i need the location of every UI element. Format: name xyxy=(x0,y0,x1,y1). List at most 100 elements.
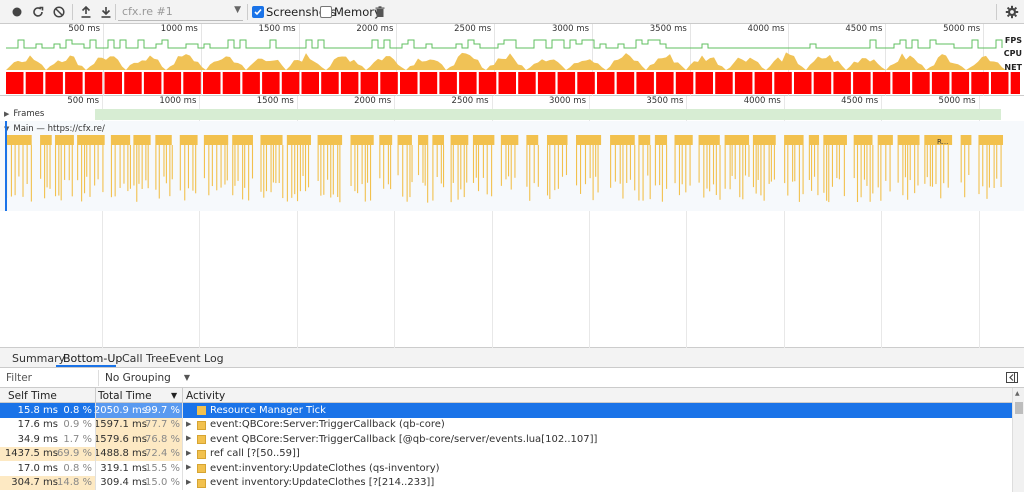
flame-entry[interactable] xyxy=(460,145,462,190)
flame-entry[interactable] xyxy=(877,145,879,188)
flame-entry[interactable] xyxy=(220,145,222,188)
flame-entry[interactable] xyxy=(270,145,272,193)
flame-entry[interactable] xyxy=(853,135,873,145)
flame-entry[interactable] xyxy=(595,145,597,177)
flame-entry[interactable] xyxy=(592,145,594,201)
flame-entry[interactable] xyxy=(787,145,789,196)
flame-entry[interactable] xyxy=(482,145,484,178)
flame-entry[interactable] xyxy=(22,145,24,197)
flame-entry[interactable] xyxy=(237,145,239,181)
flame-entry[interactable] xyxy=(54,145,57,197)
tab-event-log[interactable]: Event Log xyxy=(169,352,224,365)
flame-entry[interactable] xyxy=(44,145,46,199)
clear-icon[interactable] xyxy=(52,5,66,19)
flame-entry[interactable] xyxy=(354,145,356,192)
flame-entry[interactable] xyxy=(364,145,366,202)
flame-entry[interactable] xyxy=(856,145,859,203)
flame-entry[interactable] xyxy=(86,145,88,177)
flame-entry[interactable] xyxy=(808,145,810,180)
flame-entry[interactable] xyxy=(272,145,274,183)
memory-checkbox[interactable] xyxy=(320,6,332,18)
flame-entry[interactable] xyxy=(978,135,1004,145)
flame-entry[interactable] xyxy=(739,145,741,198)
flame-chart[interactable] xyxy=(6,135,1006,211)
flame-entry[interactable] xyxy=(320,145,322,196)
flame-entry[interactable] xyxy=(472,135,495,145)
flame-entry[interactable] xyxy=(361,145,363,185)
flame-entry[interactable] xyxy=(155,145,157,190)
flame-entry[interactable] xyxy=(629,145,631,180)
flame-entry[interactable] xyxy=(141,145,143,190)
flame-entry[interactable] xyxy=(452,145,454,183)
flame-entry[interactable] xyxy=(179,145,181,191)
flame-entry[interactable] xyxy=(216,145,218,191)
flame-entry[interactable] xyxy=(89,145,91,197)
flame-entry[interactable] xyxy=(291,145,293,198)
download-icon[interactable] xyxy=(99,5,113,19)
expand-triangle-icon[interactable]: ▶ xyxy=(186,434,191,442)
flame-entry[interactable] xyxy=(260,135,283,145)
flame-entry[interactable] xyxy=(744,145,747,176)
table-row[interactable]: 17.6 ms 0.9 % 1597.1 ms 77.7 % ▶ event:QBCore… xyxy=(0,417,1012,432)
flame-entry[interactable] xyxy=(387,145,389,185)
flame-entry[interactable] xyxy=(823,135,847,145)
flame-entry[interactable] xyxy=(755,145,757,194)
flame-entry[interactable] xyxy=(366,145,369,183)
flame-entry[interactable] xyxy=(760,145,762,196)
flame-entry[interactable] xyxy=(427,145,429,203)
table-row[interactable]: 34.9 ms 1.7 % 1579.6 ms 76.8 % ▶ event QBCore… xyxy=(0,432,1012,447)
flame-entry[interactable] xyxy=(507,145,510,177)
flame-entry[interactable] xyxy=(784,145,786,184)
flame-entry[interactable] xyxy=(165,145,167,184)
flame-entry[interactable] xyxy=(208,145,210,196)
flame-entry[interactable] xyxy=(450,145,452,203)
flame-entry[interactable] xyxy=(232,135,253,145)
flame-entry[interactable] xyxy=(576,145,578,186)
flame-entry[interactable] xyxy=(557,145,559,189)
table-row[interactable]: 1437.5 ms 69.9 % 1488.8 ms 72.4 % ▶ ref call … xyxy=(0,446,1012,461)
flame-entry[interactable] xyxy=(703,145,705,198)
flame-entry[interactable] xyxy=(712,145,715,185)
flame-entry[interactable] xyxy=(811,145,813,191)
flame-entry[interactable] xyxy=(752,135,776,145)
flame-entry[interactable] xyxy=(440,145,442,184)
flame-entry[interactable] xyxy=(486,145,488,195)
flame-entry[interactable] xyxy=(442,145,445,188)
flame-entry[interactable] xyxy=(390,145,392,190)
flame-entry[interactable] xyxy=(968,145,970,176)
flame-entry[interactable] xyxy=(698,135,720,145)
flame-entry[interactable] xyxy=(30,145,32,202)
scroll-up-icon[interactable]: ▲ xyxy=(1015,390,1020,397)
flame-entry[interactable] xyxy=(817,145,819,196)
table-scrollbar[interactable]: ▲ xyxy=(1012,388,1024,492)
flame-entry[interactable] xyxy=(1000,145,1002,188)
flame-entry[interactable] xyxy=(907,145,909,200)
flame-entry[interactable] xyxy=(114,145,116,197)
flame-entry[interactable] xyxy=(97,145,99,180)
flame-entry[interactable] xyxy=(709,145,711,192)
flame-entry[interactable] xyxy=(610,135,635,145)
flame-entry[interactable] xyxy=(383,145,385,189)
flame-entry[interactable] xyxy=(909,145,911,181)
flame-entry[interactable] xyxy=(597,145,599,193)
flame-entry[interactable] xyxy=(332,145,334,195)
flame-entry[interactable] xyxy=(940,145,942,199)
flame-entry[interactable] xyxy=(158,145,160,199)
flame-entry[interactable] xyxy=(307,145,310,188)
flame-entry[interactable] xyxy=(929,145,931,187)
flame-entry[interactable] xyxy=(379,135,393,145)
flame-entry[interactable] xyxy=(784,135,804,145)
flame-entry[interactable] xyxy=(863,145,865,180)
flame-entry[interactable] xyxy=(248,145,250,201)
flame-entry[interactable] xyxy=(826,145,828,201)
flame-entry[interactable] xyxy=(546,135,568,145)
flame-entry[interactable] xyxy=(278,145,280,183)
flame-entry[interactable] xyxy=(589,145,591,179)
flame-entry[interactable] xyxy=(792,145,794,182)
flame-entry[interactable] xyxy=(357,145,359,194)
column-header-activity[interactable]: Activity xyxy=(186,390,225,402)
flame-entry[interactable] xyxy=(350,135,374,145)
flame-entry[interactable] xyxy=(466,145,468,183)
flame-entry[interactable] xyxy=(244,145,246,188)
flame-entry[interactable] xyxy=(251,145,254,179)
